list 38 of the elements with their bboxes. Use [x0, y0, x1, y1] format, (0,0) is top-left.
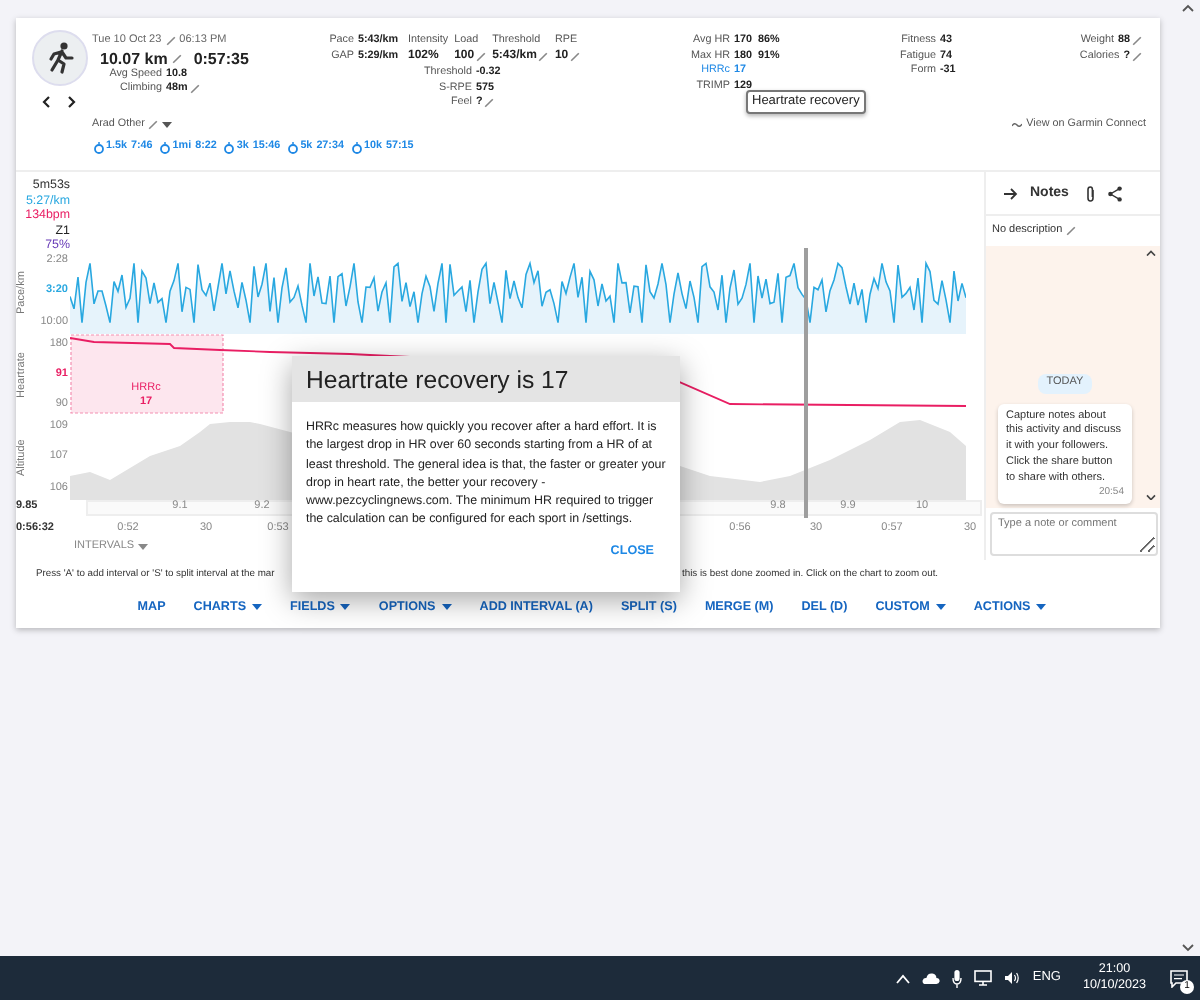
edit-icon[interactable]: [476, 51, 487, 62]
edit-icon[interactable]: [570, 51, 581, 62]
caret-icon: [441, 604, 452, 610]
share-icon[interactable]: [1108, 185, 1123, 201]
stopwatch-icon: [160, 141, 171, 154]
paperclip-icon[interactable]: [1086, 185, 1097, 201]
chevron-up-icon[interactable]: [1146, 250, 1156, 256]
caret-icon: [162, 122, 173, 128]
cloud-icon[interactable]: [922, 972, 941, 984]
stopwatch-icon: [351, 141, 362, 154]
caret-icon: [1036, 604, 1047, 610]
stopwatch-icon: [94, 141, 104, 154]
edit-icon[interactable]: [484, 98, 495, 109]
running-icon: [46, 42, 74, 74]
arrow-right-icon[interactable]: [1004, 187, 1018, 199]
notification-icon: [1170, 969, 1188, 987]
previous-icon[interactable]: [42, 96, 50, 108]
chevron-down-icon[interactable]: [1146, 494, 1156, 500]
stopwatch-icon: [224, 141, 235, 154]
edit-icon[interactable]: [1066, 226, 1077, 236]
caret-icon: [935, 604, 946, 610]
stopwatch-icon: [288, 141, 299, 154]
scroll-up-icon[interactable]: [1182, 4, 1194, 12]
activity-distance: 10.07 km: [100, 49, 168, 67]
caret-icon: [138, 544, 149, 550]
speaker-icon[interactable]: [1004, 970, 1021, 986]
edit-icon[interactable]: [538, 51, 549, 62]
caret-icon: [252, 604, 263, 610]
edit-icon[interactable]: [189, 84, 200, 95]
activity-duration: 0:57:35: [193, 49, 249, 67]
next-icon[interactable]: [68, 96, 76, 108]
scroll-down-icon[interactable]: [1182, 944, 1194, 952]
caret-icon: [340, 604, 351, 610]
edit-icon[interactable]: [148, 120, 159, 130]
microphone-icon[interactable]: [952, 969, 963, 987]
dialog-title: Heartrate recovery is 17: [306, 365, 569, 393]
network-icon[interactable]: [974, 970, 993, 986]
wave-icon: [1012, 122, 1023, 128]
